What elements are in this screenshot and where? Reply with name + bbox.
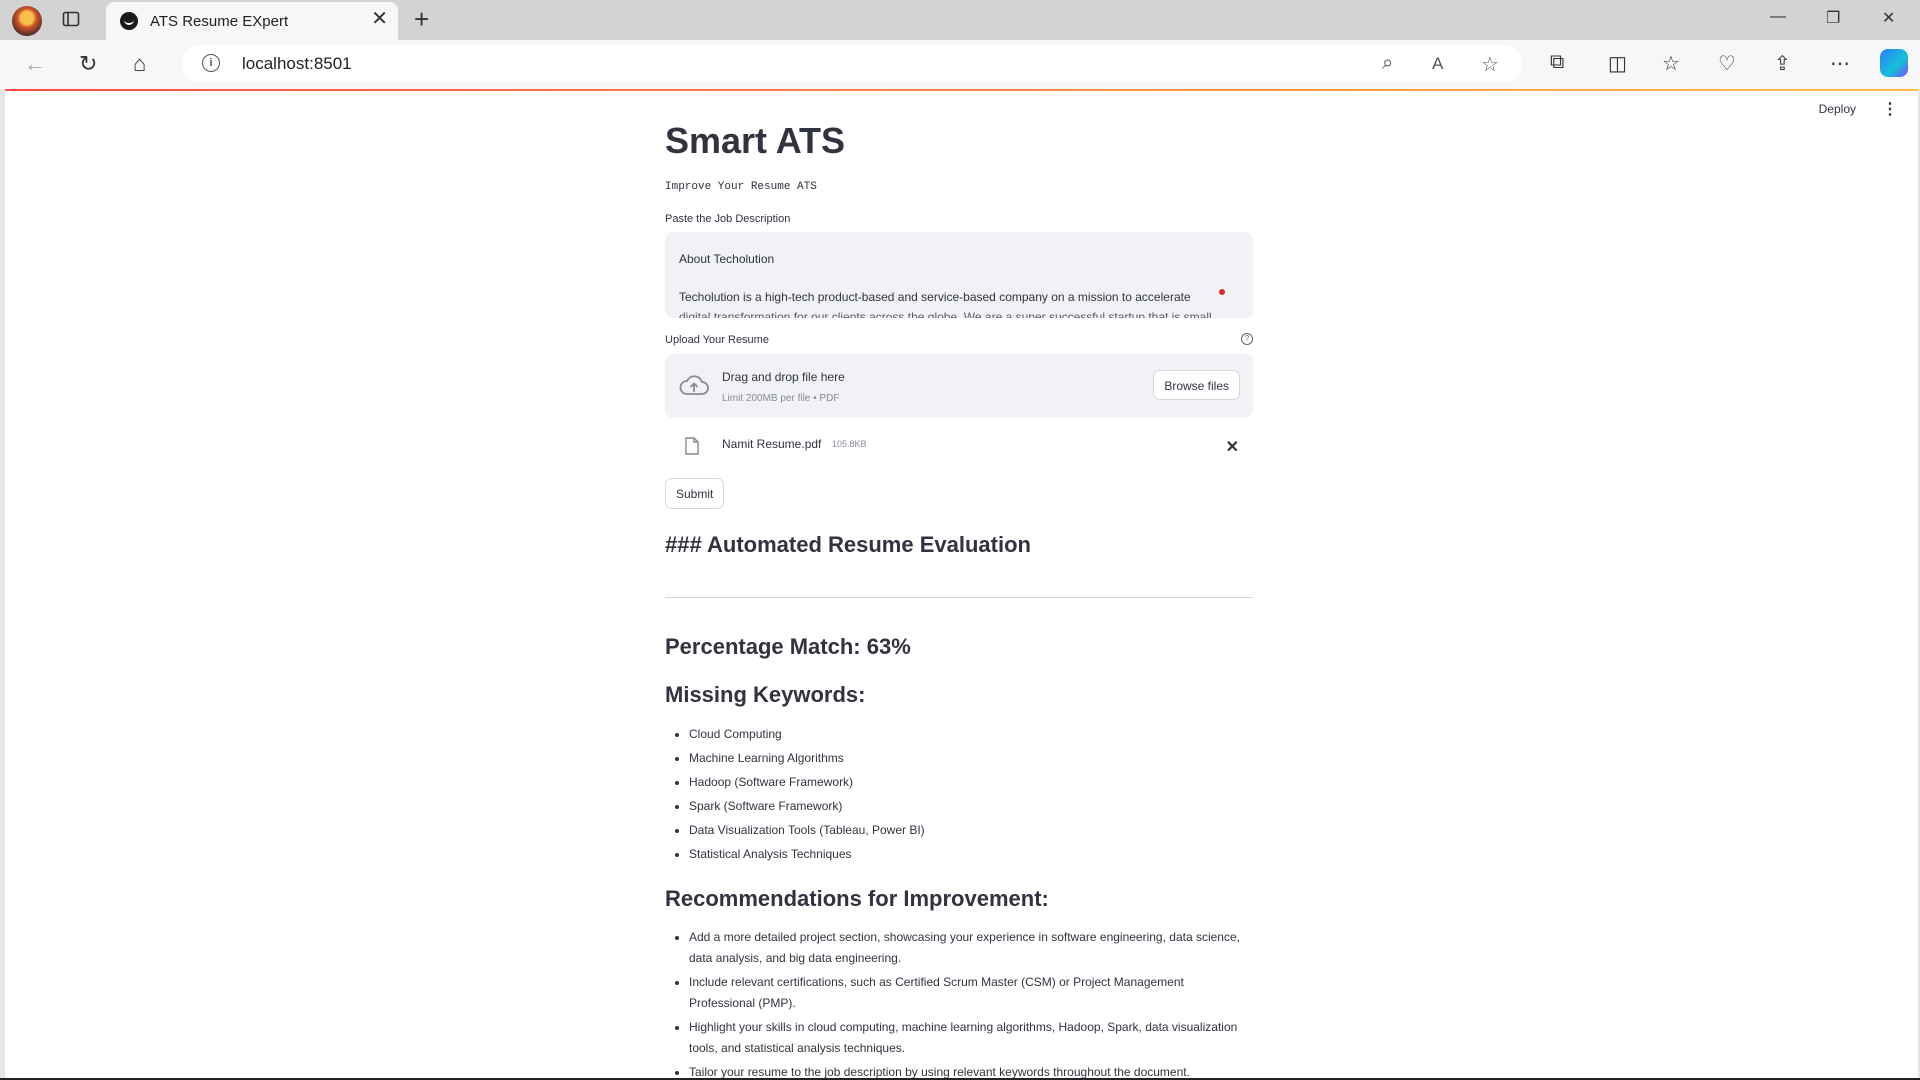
file-dropzone[interactable]: Drag and drop file here Limit 200MB per …: [665, 354, 1253, 418]
list-item: Data Visualization Tools (Tableau, Power…: [689, 818, 1253, 842]
streamlit-crown-icon: [120, 12, 138, 30]
file-icon: [685, 437, 699, 455]
deploy-button[interactable]: Deploy: [1819, 102, 1856, 116]
favorites-icon[interactable]: ☆: [1662, 51, 1680, 76]
zoom-icon[interactable]: ⌕: [1382, 52, 1393, 75]
url-text[interactable]: localhost:8501: [242, 54, 352, 74]
profile-avatar-icon[interactable]: [12, 6, 42, 36]
job-description-line-cut: digital transformation for our clients a…: [679, 310, 1212, 318]
recommendations-heading: Recommendations for Improvement:: [665, 886, 1049, 911]
status-dot: [1219, 289, 1225, 295]
list-item: Machine Learning Algorithms: [689, 746, 1253, 770]
close-tab-icon[interactable]: ✕: [371, 9, 388, 29]
remove-file-icon[interactable]: ✕: [1226, 437, 1239, 457]
list-item: Include relevant certifications, such as…: [689, 972, 1253, 1014]
missing-keywords-list: Cloud Computing Machine Learning Algorit…: [665, 722, 1253, 866]
read-aloud-icon[interactable]: A: [1432, 54, 1443, 74]
browser-tab[interactable]: ATS Resume EXpert ✕: [106, 2, 398, 40]
upload-label: Upload Your Resume: [665, 334, 769, 346]
job-description-label: Paste the Job Description: [665, 213, 791, 225]
more-options-icon[interactable]: ⋯: [1830, 51, 1850, 76]
tab-actions-icon[interactable]: [62, 10, 80, 28]
site-info-icon[interactable]: i: [202, 54, 220, 72]
browser-toolbar: ← ↻ ⌂ i localhost:8501 ⌕ A ☆ ⧉ ◫ ☆ ♡ ⇪ ⋯: [0, 40, 1920, 89]
tab-title: ATS Resume EXpert: [150, 13, 289, 30]
main-menu-icon[interactable]: ⋮: [1882, 99, 1898, 119]
page-title: Smart ATS: [665, 120, 846, 161]
missing-keywords-heading: Missing Keywords:: [665, 682, 866, 707]
job-description-line: About Techolution: [679, 252, 775, 266]
page-viewport: Deploy ⋮ Smart ATS Improve Your Resume A…: [5, 89, 1918, 1078]
file-name: Namit Resume.pdf: [722, 437, 822, 451]
refresh-icon[interactable]: ↻: [79, 52, 97, 76]
uploaded-file: Namit Resume.pdf 105.8KB ✕: [665, 428, 1253, 468]
minimize-icon[interactable]: —: [1770, 8, 1786, 26]
percentage-match: Percentage Match: 63%: [665, 634, 911, 659]
share-icon[interactable]: ⇪: [1774, 51, 1791, 76]
recommendations-list: Add a more detailed project section, sho…: [665, 927, 1253, 1078]
copilot-icon[interactable]: [1880, 49, 1908, 77]
list-item: Spark (Software Framework): [689, 794, 1253, 818]
new-tab-icon[interactable]: +: [414, 6, 429, 32]
browser-tab-bar: ATS Resume EXpert ✕ + — ❐ ✕: [0, 0, 1920, 40]
dropzone-limit: Limit 200MB per file • PDF: [722, 393, 840, 404]
results-heading: ### Automated Resume Evaluation: [665, 532, 1031, 557]
file-size: 105.8KB: [832, 439, 867, 449]
job-description-line: Techolution is a high-tech product-based…: [679, 290, 1191, 304]
list-item: Highlight your skills in cloud computing…: [689, 1017, 1253, 1059]
submit-button[interactable]: Submit: [665, 478, 725, 509]
header-decoration: [5, 89, 1918, 91]
browser-essentials-icon[interactable]: ♡: [1718, 51, 1736, 76]
split-screen-icon[interactable]: ◫: [1608, 51, 1627, 76]
help-icon[interactable]: ?: [1241, 333, 1253, 345]
list-item: Cloud Computing: [689, 722, 1253, 746]
favorite-star-icon[interactable]: ☆: [1481, 52, 1499, 77]
extensions-icon[interactable]: ⧉: [1550, 51, 1564, 74]
page-subtitle: Improve Your Resume ATS: [665, 181, 817, 193]
restore-icon[interactable]: ❐: [1826, 8, 1840, 28]
list-item: Tailor your resume to the job descriptio…: [689, 1062, 1253, 1078]
list-item: Statistical Analysis Techniques: [689, 842, 1253, 866]
list-item: Add a more detailed project section, sho…: [689, 927, 1253, 969]
job-description-textarea[interactable]: About Techolution Techolution is a high-…: [665, 232, 1253, 318]
cloud-upload-icon: [679, 375, 709, 395]
list-item: Hadoop (Software Framework): [689, 770, 1253, 794]
dropzone-instructions: Drag and drop file here: [722, 370, 845, 384]
home-icon[interactable]: ⌂: [133, 52, 146, 76]
browse-files-button[interactable]: Browse files: [1153, 370, 1240, 400]
address-bar[interactable]: i localhost:8501 ⌕ A ☆: [182, 45, 1522, 82]
back-icon[interactable]: ←: [24, 52, 46, 76]
close-window-icon[interactable]: ✕: [1882, 8, 1895, 28]
divider: [665, 597, 1253, 598]
